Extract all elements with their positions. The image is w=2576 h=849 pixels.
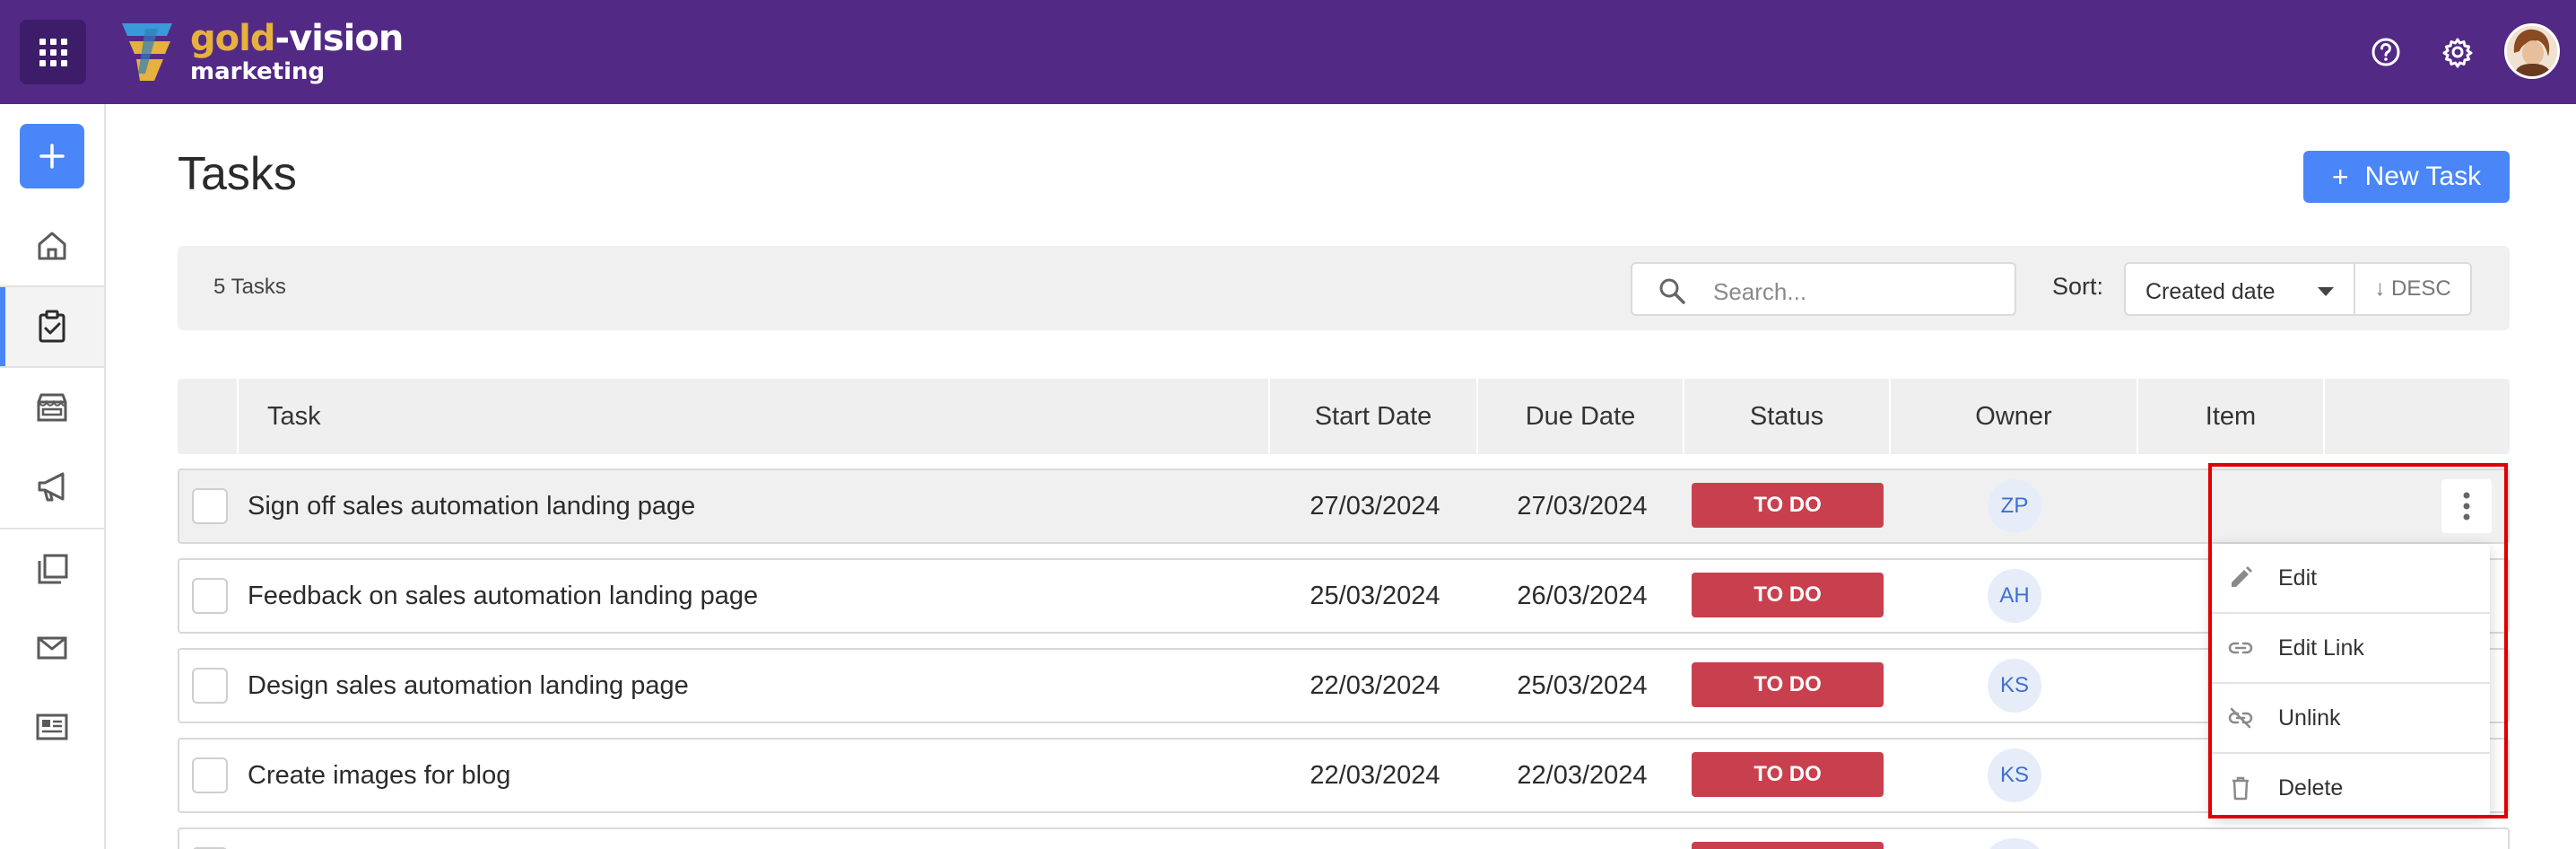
due-date: 27/03/2024	[1517, 491, 1648, 521]
menu-item-edit-link[interactable]: Edit Link	[2212, 614, 2490, 682]
home-icon	[38, 232, 66, 260]
logo-vision-text: -vision	[274, 18, 404, 59]
header-separator	[237, 379, 239, 454]
unlink-icon	[2228, 707, 2253, 729]
help-icon[interactable]	[2368, 34, 2404, 70]
row-checkbox[interactable]	[192, 578, 228, 614]
table-header: Task Start Date Due Date Status Owner It…	[178, 379, 2510, 454]
logo-gold-text: gold	[190, 18, 275, 59]
header-item[interactable]: Item	[2138, 379, 2323, 454]
status-badge	[1692, 842, 1884, 849]
task-name[interactable]: Design sales automation landing page	[248, 650, 689, 722]
menu-item-edit[interactable]: Edit	[2212, 544, 2490, 612]
user-avatar[interactable]	[2504, 23, 2560, 79]
gold-vision-logo[interactable]: gold-vision marketing	[118, 16, 404, 88]
task-name[interactable]: Feedback on sales automation landing pag…	[248, 560, 758, 632]
sidebar-item-pages[interactable]	[0, 530, 104, 608]
header-owner[interactable]: Owner	[1891, 379, 2137, 454]
sidebar-item-tasks[interactable]	[0, 287, 104, 366]
plus-icon: +	[2331, 160, 2349, 193]
table-row[interactable]: Create images for blog 22/03/2024 22/03/…	[178, 738, 2510, 813]
sort-field-value: Created date	[2145, 279, 2276, 304]
sidebar-item-campaigns[interactable]	[0, 447, 104, 526]
status-badge: TO DO	[1692, 662, 1884, 707]
avatar-portrait-icon	[2507, 26, 2557, 76]
start-date: 22/03/2024	[1310, 670, 1440, 700]
row-checkbox[interactable]	[192, 488, 228, 524]
start-date: 27/03/2024	[1310, 491, 1440, 521]
apps-grid-icon	[39, 38, 67, 66]
pencil-icon	[2232, 566, 2252, 587]
row-checkbox[interactable]	[192, 668, 228, 704]
new-task-label: New Task	[2364, 162, 2482, 191]
menu-item-label: Unlink	[2278, 705, 2341, 731]
logo-marketing-text: marketing	[190, 58, 326, 85]
status-badge: TO DO	[1692, 573, 1884, 617]
search-icon	[1659, 278, 1685, 304]
sort-direction-button[interactable]: ↓ DESC	[2354, 262, 2472, 316]
store-icon	[37, 393, 67, 422]
menu-item-unlink[interactable]: Unlink	[2212, 684, 2490, 752]
link-icon	[2228, 642, 2253, 654]
mail-icon	[37, 636, 67, 660]
owner-avatar[interactable]: ZP	[1988, 479, 2041, 533]
tasks-toolbar: 5 Tasks Search... Sort: Created date ↓ D…	[178, 246, 2510, 330]
table-row[interactable]: Sign off sales automation landing page 2…	[178, 468, 2510, 544]
row-actions-menu: Edit Edit Link Unlink Delete	[2212, 544, 2490, 817]
sort-field-select[interactable]: Created date	[2124, 262, 2355, 316]
chevron-down-icon	[2318, 287, 2334, 296]
menu-item-label: Edit	[2278, 565, 2318, 591]
pages-icon	[38, 554, 68, 584]
tasks-icon	[39, 310, 65, 343]
campaign-icon	[38, 472, 65, 502]
header-task[interactable]: Task	[267, 379, 321, 454]
owner-avatar[interactable]: KS	[1988, 659, 2041, 713]
header-start-date[interactable]: Start Date	[1270, 379, 1476, 454]
header-separator	[2323, 379, 2325, 454]
status-badge: TO DO	[1692, 752, 1884, 797]
new-task-button[interactable]: + New Task	[2303, 151, 2510, 203]
left-sidebar	[0, 104, 106, 849]
sidebar-item-forms[interactable]	[0, 687, 104, 766]
add-icon	[39, 144, 65, 169]
header-due-date[interactable]: Due Date	[1478, 379, 1683, 454]
table-row[interactable]: Design sales automation landing page 22/…	[178, 648, 2510, 723]
task-count: 5 Tasks	[213, 275, 286, 299]
trash-icon	[2232, 776, 2249, 801]
sort-label: Sort:	[2052, 273, 2104, 300]
top-bar: gold-vision marketing	[0, 0, 2576, 104]
row-checkbox[interactable]	[192, 757, 228, 793]
add-new-button[interactable]	[20, 124, 84, 188]
logo-mark-icon	[122, 23, 172, 81]
sidebar-item-home[interactable]	[0, 206, 104, 285]
menu-item-label: Delete	[2278, 775, 2344, 801]
search-placeholder: Search...	[1713, 278, 1807, 305]
search-input[interactable]: Search...	[1631, 262, 2016, 316]
due-date: 26/03/2024	[1517, 581, 1648, 610]
sidebar-item-store[interactable]	[0, 368, 104, 447]
menu-item-delete[interactable]: Delete	[2212, 754, 2490, 822]
table-row[interactable]	[178, 827, 2510, 849]
owner-avatar[interactable]: AH	[1988, 569, 2041, 623]
due-date: 25/03/2024	[1517, 670, 1648, 700]
row-actions-button[interactable]	[2441, 479, 2492, 533]
settings-icon[interactable]	[2440, 34, 2476, 70]
apps-menu-button[interactable]	[20, 20, 86, 84]
page-title: Tasks	[178, 148, 297, 200]
sidebar-item-mail[interactable]	[0, 608, 104, 687]
due-date: 22/03/2024	[1517, 760, 1648, 790]
owner-avatar[interactable]: KS	[1988, 748, 2041, 802]
owner-avatar[interactable]	[1988, 838, 2041, 849]
menu-item-label: Edit Link	[2278, 635, 2364, 661]
task-name[interactable]: Sign off sales automation landing page	[248, 470, 695, 542]
start-date: 25/03/2024	[1310, 581, 1440, 610]
task-name[interactable]: Create images for blog	[248, 740, 510, 811]
table-row[interactable]: Feedback on sales automation landing pag…	[178, 558, 2510, 634]
forms-icon	[36, 713, 68, 740]
start-date: 22/03/2024	[1310, 760, 1440, 790]
status-badge: TO DO	[1692, 483, 1884, 528]
header-status[interactable]: Status	[1684, 379, 1889, 454]
kebab-menu-icon	[2463, 492, 2470, 521]
